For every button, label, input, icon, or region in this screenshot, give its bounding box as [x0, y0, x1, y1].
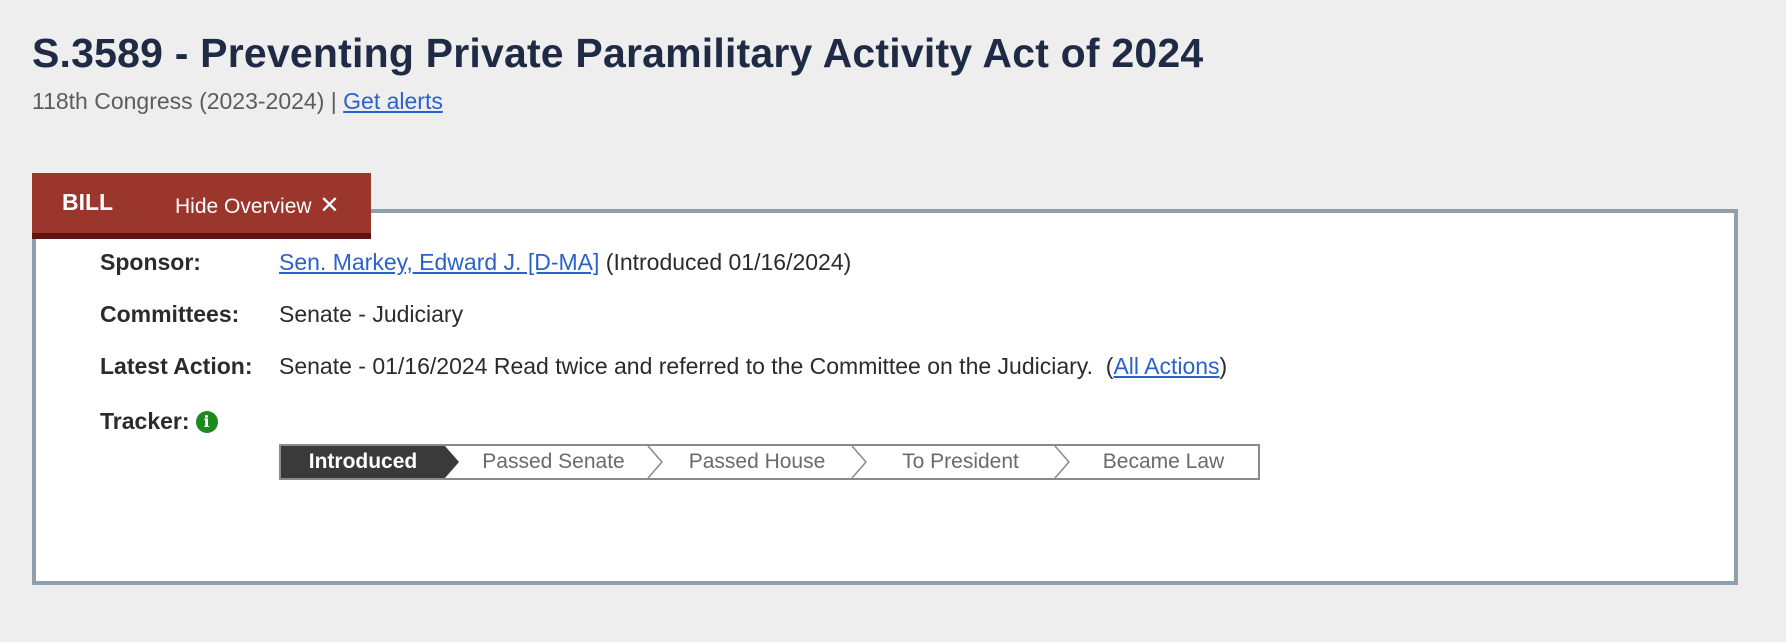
congress-subtitle: 118th Congress (2023-2024) | Get alerts [32, 88, 443, 115]
get-alerts-link[interactable]: Get alerts [343, 88, 443, 114]
tracker-label: Tracker: [100, 408, 190, 434]
latest-action-text: Senate - 01/16/2024 Read twice and refer… [279, 353, 1093, 379]
introduced-date: (Introduced 01/16/2024) [605, 249, 852, 275]
sponsor-link[interactable]: Sen. Markey, Edward J. [D-MA] [279, 249, 599, 275]
congress-label: 118th Congress (2023-2024) | [32, 88, 337, 114]
sponsor-label: Sponsor: [100, 249, 201, 275]
tracker-stage-became-law: Became Law [1102, 450, 1225, 473]
all-actions-link[interactable]: All Actions [1113, 353, 1219, 379]
bill-status-tracker: Introduced Passed Senate Passed House To Pr… [279, 444, 1260, 480]
tracker-separator [647, 446, 663, 478]
latest-action-value: Senate - 01/16/2024 Read twice and refer… [279, 353, 1227, 380]
tracker-separator [851, 446, 867, 478]
close-paren: ) [1219, 353, 1228, 379]
bill-tab-bar: BILL Hide Overview ✕ [32, 173, 371, 239]
overview-panel: Sponsor: Sen. Markey, Edward J. [D-MA] (… [32, 209, 1738, 585]
hide-overview-button[interactable]: Hide Overview ✕ [175, 191, 340, 220]
committees-label: Committees: [100, 301, 240, 327]
sponsor-value: Sen. Markey, Edward J. [D-MA] (Introduce… [279, 249, 851, 276]
bill-tab[interactable]: BILL [62, 189, 113, 216]
tracker-stage-passed-house: Passed House [688, 450, 826, 473]
info-icon[interactable]: i [195, 411, 218, 433]
page-title: S.3589 - Preventing Private Paramilitary… [32, 30, 1204, 76]
tracker-label-row: Tracker: i [100, 408, 218, 435]
tracker-stage-introduced: Introduced [308, 450, 418, 473]
tracker-separator [1054, 446, 1070, 478]
tracker-stage-to-president: To President [902, 450, 1019, 473]
hide-overview-label: Hide Overview [175, 195, 312, 218]
close-icon: ✕ [319, 192, 340, 219]
committees-value: Senate - Judiciary [279, 301, 464, 327]
tracker-stage-passed-senate: Passed Senate [482, 450, 625, 473]
latest-action-label: Latest Action: [100, 353, 253, 379]
